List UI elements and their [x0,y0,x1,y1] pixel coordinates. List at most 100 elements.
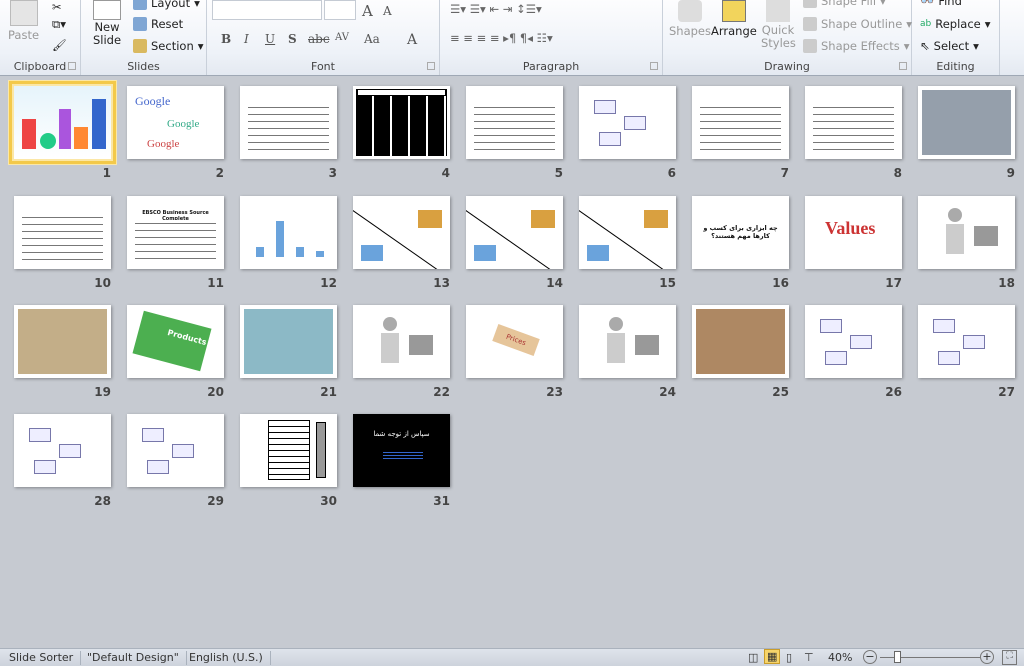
slide-thumbnail[interactable] [579,196,676,269]
dialog-launcher[interactable] [68,62,76,70]
shapes-button[interactable]: Shapes [669,0,711,38]
cut-icon[interactable]: ✂ [52,0,62,14]
slide-thumbnail[interactable] [240,196,337,269]
arrange-button[interactable]: Arrange [711,0,757,38]
dialog-launcher[interactable] [427,62,435,70]
select-button[interactable]: ⇖ Select ▾ [920,39,979,53]
slide-number: 3 [328,166,337,180]
zoom-out-button[interactable]: − [863,650,877,664]
find-button[interactable]: 👓 Find [920,0,962,8]
fit-to-window-icon[interactable]: ⛶ [1002,650,1017,665]
slide-thumbnail[interactable] [9,81,116,164]
section-button[interactable]: Section ▾ [133,39,204,53]
underline-button[interactable]: U [265,32,275,46]
slide-show-icon[interactable]: ⊤ [804,651,814,664]
italic-button[interactable]: I [244,32,249,46]
grow-font-button[interactable]: A [362,2,373,20]
dialog-launcher[interactable] [650,62,658,70]
slide-thumbnail[interactable] [692,305,789,378]
slide-thumbnail[interactable] [918,86,1015,159]
slide-thumbnail[interactable] [918,305,1015,378]
slide-number: 30 [320,494,337,508]
slide-sorter-pane: 1 Google Google Google 2 3 4 5 6 7 8 9 10 EBSCO Busin… [0,77,1024,647]
slide-thumbnail[interactable] [918,196,1015,269]
zoom-in-button[interactable]: + [980,650,994,664]
change-case-button[interactable]: Aa [364,32,380,46]
slide-thumbnail[interactable]: EBSCO Business Source Complete [127,196,224,269]
format-painter-icon[interactable]: 🖌 [52,38,67,52]
slide-thumbnail[interactable] [466,196,563,269]
slide-thumbnail[interactable] [692,86,789,159]
slide-number: 1 [102,166,111,180]
slide-thumbnail[interactable]: Values [805,196,902,269]
bold-button[interactable]: B [221,32,231,46]
slide-number: 23 [546,385,563,399]
slide-number: 7 [780,166,789,180]
new-slide-button[interactable]: New Slide [89,0,125,47]
cursor-icon: ⇖ [920,39,930,53]
slide-thumbnail[interactable] [353,196,450,269]
shape-fill-button[interactable]: Shape Fill ▾ [803,0,886,8]
slide-number: 4 [441,166,450,180]
ribbon: Paste ✂ ⧉▾ 🖌 Clipboard New Slide Layout ▾… [0,0,1024,76]
font-name-dropdown[interactable] [212,0,322,20]
shadow-button[interactable]: S [288,32,297,46]
slide-thumbnail[interactable] [127,414,224,487]
font-size-dropdown[interactable] [324,0,356,20]
slide-number: 5 [554,166,563,180]
font-label: Font [311,60,335,73]
slide-thumbnail[interactable] [466,86,563,159]
slide-thumbnail[interactable] [14,305,111,378]
slide-thumbnail[interactable]: سپاس از توجه شما [353,414,450,487]
strikethrough-button[interactable]: abc [308,32,330,46]
character-spacing-button[interactable]: AV [335,32,349,43]
replace-button[interactable]: ab Replace ▾ [920,17,991,31]
slide-thumbnail[interactable] [14,414,111,487]
normal-view-icon[interactable]: ◫ [748,651,758,664]
slide-thumbnail[interactable]: Prices [466,305,563,378]
quick-styles-button[interactable]: Quick Styles [761,0,796,50]
replace-icon: ab [920,19,932,29]
slide-thumbnail[interactable] [240,86,337,159]
slide-thumbnail[interactable] [14,196,111,269]
align-icons[interactable]: ≡ ≡ ≡ ≡ ▸¶ ¶◂ ☷▾ [450,31,553,45]
slide-thumbnail[interactable] [805,86,902,159]
paste-button[interactable]: Paste [8,0,39,42]
copy-icon[interactable]: ⧉▾ [52,17,66,32]
reset-button[interactable]: Reset [133,17,183,31]
theme-name[interactable]: "Default Design" [80,651,187,665]
zoom-slider-thumb[interactable] [894,651,901,663]
slide-thumbnail[interactable] [579,86,676,159]
slides-group: New Slide Layout ▾ Reset Section ▾ Slides [81,0,207,75]
slide-thumbnail[interactable] [805,305,902,378]
font-group: A A B I U S abc AV Aa A Font [207,0,440,75]
language-indicator[interactable]: English (U.S.) [182,651,271,665]
quick-styles-icon [766,0,790,22]
shrink-font-button[interactable]: A [383,4,392,18]
binoculars-icon: 👓 [920,0,935,8]
slide-thumbnail[interactable]: Google Google Google [127,86,224,159]
slide-thumbnail[interactable] [353,305,450,378]
slide-thumbnail[interactable]: چه ابزاری برای کسب و کارها مهم هستند؟ [692,196,789,269]
shape-outline-button[interactable]: Shape Outline ▾ [803,17,912,31]
slide-number: 28 [94,494,111,508]
slide-thumbnail[interactable] [579,305,676,378]
shape-effects-button[interactable]: Shape Effects ▾ [803,39,910,53]
font-color-button[interactable]: A [407,32,417,48]
slide-thumbnail[interactable] [353,86,450,159]
slide-thumbnail[interactable] [240,414,337,487]
layout-button[interactable]: Layout ▾ [133,0,200,10]
slide-number: 13 [433,276,450,290]
slide-thumbnail[interactable] [240,305,337,378]
paragraph-label: Paragraph [522,60,580,73]
slide-sorter-view-icon[interactable]: ▦ [764,649,781,664]
slide-thumbnail[interactable]: Products [127,305,224,378]
dialog-launcher[interactable] [899,62,907,70]
zoom-level[interactable]: 40% [828,651,852,664]
reading-view-icon[interactable]: ▯ [786,651,792,664]
slide-number: 11 [207,276,224,290]
slide-number: 15 [659,276,676,290]
slide-number: 25 [772,385,789,399]
bullets-icon[interactable]: ☰▾ ☰▾ ⇤ ⇥ ↕☰▾ [450,2,542,16]
new-slide-icon [93,0,121,20]
